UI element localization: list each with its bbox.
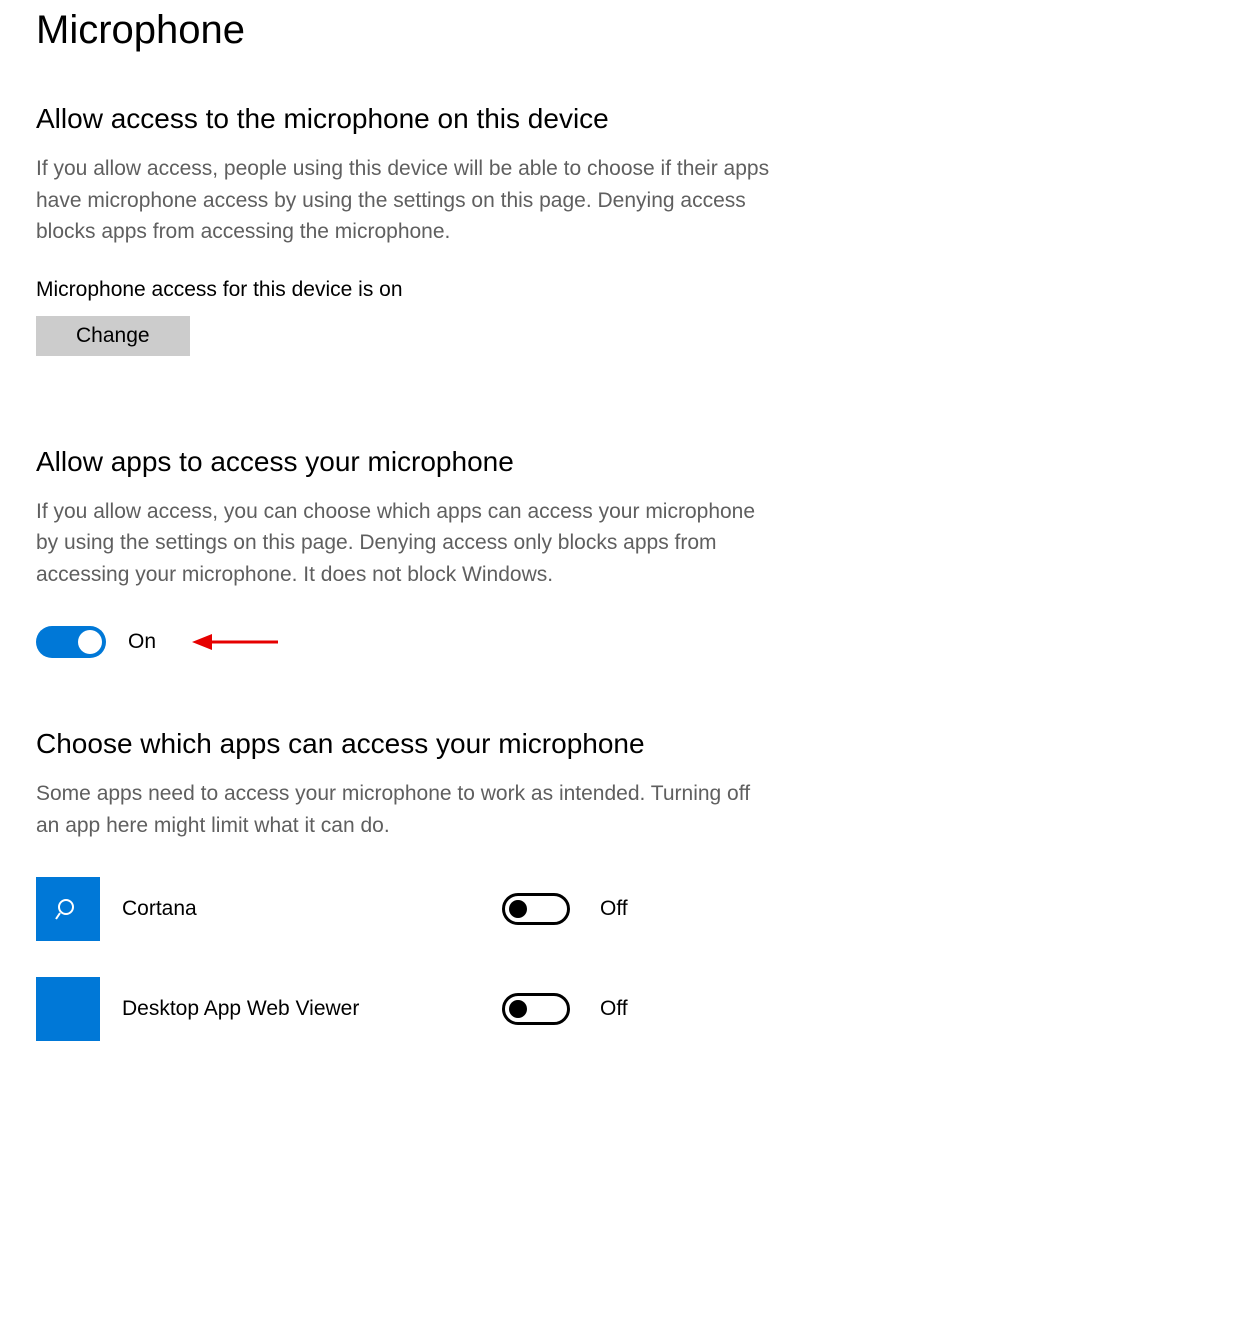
section-device-access-heading: Allow access to the microphone on this d… xyxy=(36,103,784,135)
change-button[interactable]: Change xyxy=(36,316,190,356)
section-apps-access-desc: If you allow access, you can choose whic… xyxy=(36,496,776,591)
app-toggle-label: Off xyxy=(600,897,628,921)
app-toggle-label: Off xyxy=(600,997,628,1021)
apps-access-toggle[interactable] xyxy=(36,626,106,658)
section-device-access-desc: If you allow access, people using this d… xyxy=(36,153,776,248)
cortana-icon xyxy=(36,877,100,941)
apps-access-toggle-label: On xyxy=(128,630,156,654)
section-choose-apps-heading: Choose which apps can access your microp… xyxy=(36,728,784,760)
desktop-app-web-viewer-icon xyxy=(36,977,100,1041)
app-row-cortana: Cortana Off xyxy=(36,877,784,941)
device-access-status: Microphone access for this device is on xyxy=(36,278,784,302)
app-toggle-desktop-web-viewer[interactable] xyxy=(502,993,570,1025)
app-toggle-cortana[interactable] xyxy=(502,893,570,925)
section-choose-apps-desc: Some apps need to access your microphone… xyxy=(36,778,776,841)
app-row-desktop-web-viewer: Desktop App Web Viewer Off xyxy=(36,977,784,1041)
page-title: Microphone xyxy=(36,8,784,53)
app-name-label: Cortana xyxy=(122,897,502,921)
section-apps-access-heading: Allow apps to access your microphone xyxy=(36,446,784,478)
app-name-label: Desktop App Web Viewer xyxy=(122,997,502,1021)
arrow-annotation-icon xyxy=(190,630,280,654)
